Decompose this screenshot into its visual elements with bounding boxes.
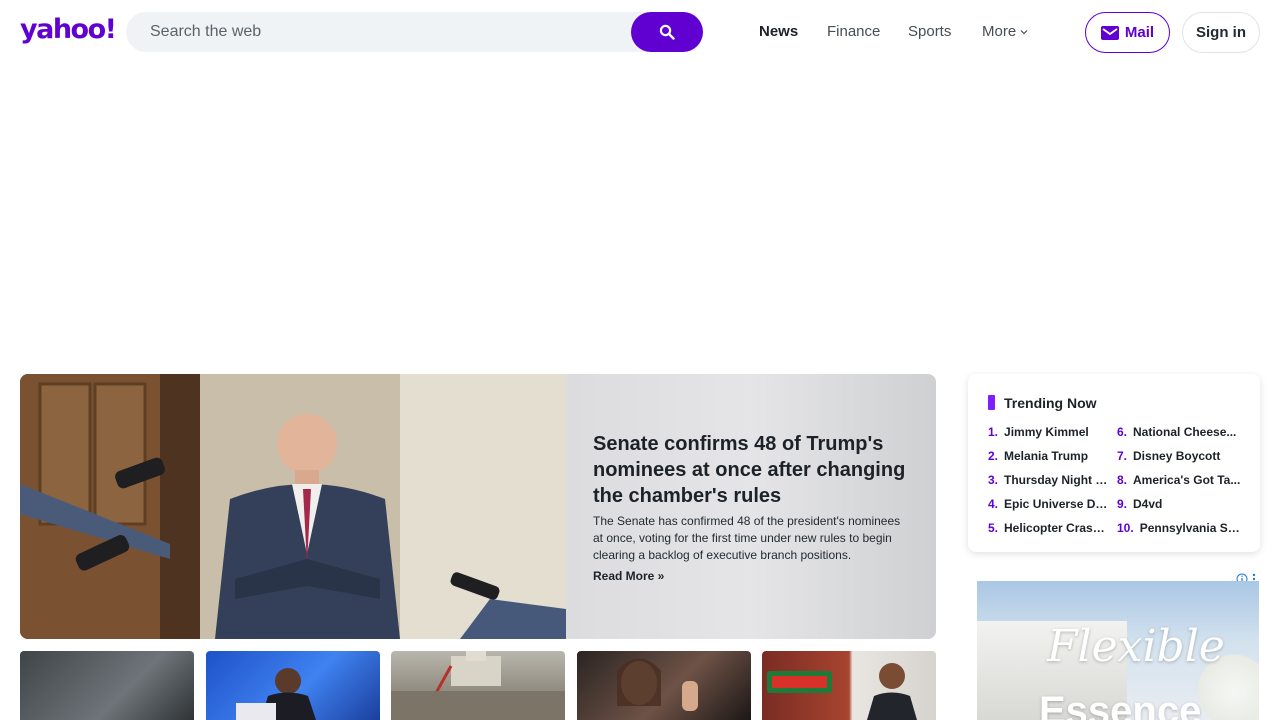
- ad-headline-script: Flexible: [1047, 621, 1225, 672]
- hero-story[interactable]: Senate confirms 48 of Trump's nominees a…: [20, 374, 936, 639]
- mail-icon: [1100, 25, 1119, 40]
- trending-item[interactable]: 1. Jimmy Kimmel: [988, 425, 1103, 439]
- trending-item[interactable]: 4. Epic Universe De...: [988, 497, 1110, 511]
- trending-item-label: Disney Boycott: [1133, 449, 1221, 463]
- hero-headline[interactable]: Senate confirms 48 of Trump's nominees a…: [593, 431, 923, 509]
- trending-now-panel: Trending Now 1. Jimmy Kimmel 2. Melania Tr…: [968, 374, 1260, 552]
- trending-item-label: Jimmy Kimmel: [1004, 425, 1089, 439]
- hero-text-panel: Senate confirms 48 of Trump's nominees a…: [566, 374, 936, 639]
- trending-item-number: 3.: [988, 473, 999, 487]
- trending-item[interactable]: 2. Melania Trump: [988, 449, 1103, 463]
- trending-item-number: 9.: [1117, 497, 1128, 511]
- trending-item-number: 10.: [1117, 521, 1134, 535]
- search-input[interactable]: [126, 12, 631, 52]
- trending-item[interactable]: 8. America's Got Ta...: [1117, 473, 1241, 487]
- story-thumbnail[interactable]: [391, 651, 565, 720]
- trending-item-number: 6.: [1117, 425, 1128, 439]
- trending-item-number: 5.: [988, 521, 999, 535]
- yahoo-logo[interactable]: yahoo!: [20, 14, 117, 45]
- mail-button[interactable]: Mail: [1085, 12, 1170, 53]
- hero-image[interactable]: [20, 374, 566, 639]
- trending-item-label: National Cheese...: [1133, 425, 1237, 439]
- trending-item-label: Pennsylvania Sh...: [1139, 521, 1243, 535]
- search-icon: [659, 24, 675, 40]
- trending-item-label: America's Got Ta...: [1133, 473, 1241, 487]
- sidebar-ad[interactable]: Flexible Essence: [977, 581, 1259, 720]
- sign-in-button[interactable]: Sign in: [1182, 12, 1260, 53]
- trending-item[interactable]: 9. D4vd: [1117, 497, 1241, 511]
- trending-item-number: 4.: [988, 497, 999, 511]
- trending-item-label: D4vd: [1133, 497, 1163, 511]
- trending-item[interactable]: 6. National Cheese...: [1117, 425, 1239, 439]
- trending-item-number: 1.: [988, 425, 999, 439]
- hero-read-more-link[interactable]: Read More »: [593, 569, 664, 583]
- story-thumbnail[interactable]: [206, 651, 380, 720]
- nav-more-label: More: [982, 23, 1017, 40]
- hero-summary: The Senate has confirmed 48 of the presi…: [593, 514, 901, 562]
- trending-item-number: 2.: [988, 449, 999, 463]
- nav-sports[interactable]: Sports: [908, 23, 951, 40]
- trending-item-number: 7.: [1117, 449, 1128, 463]
- trending-accent-bar: [988, 395, 995, 410]
- trending-item-label: Melania Trump: [1004, 449, 1089, 463]
- mail-label: Mail: [1124, 24, 1155, 41]
- thumbnail-photo-illustration: [391, 651, 565, 720]
- trending-item-label: Helicopter Crash ...: [1004, 521, 1110, 535]
- search-button[interactable]: [631, 12, 703, 52]
- trending-title: Trending Now: [1004, 395, 1097, 411]
- ad-headline-bold: Essence: [1039, 689, 1202, 720]
- thumbnail-photo-illustration: [767, 663, 917, 720]
- trending-item-label: Epic Universe De...: [1004, 497, 1110, 511]
- thumbnail-photo-illustration: [617, 658, 698, 711]
- chevron-down-icon: [1020, 29, 1028, 34]
- trending-item-label: Thursday Night F...: [1004, 473, 1110, 487]
- nav-news[interactable]: News: [759, 23, 798, 40]
- story-thumbnail[interactable]: [577, 651, 751, 720]
- trending-item[interactable]: 7. Disney Boycott: [1117, 449, 1239, 463]
- trending-item[interactable]: 10. Pennsylvania Sh...: [1117, 521, 1243, 535]
- story-thumbnail[interactable]: [762, 651, 936, 720]
- nav-finance[interactable]: Finance: [827, 23, 880, 40]
- search-bar: [126, 12, 703, 52]
- trending-item[interactable]: 5. Helicopter Crash ...: [988, 521, 1110, 535]
- trending-item[interactable]: 3. Thursday Night F...: [988, 473, 1110, 487]
- nav-more[interactable]: More: [982, 23, 1028, 40]
- thumbnail-photo-illustration: [236, 668, 316, 720]
- story-thumbnail[interactable]: [20, 651, 194, 720]
- top-header: yahoo! News Finance Sports More Mail Sig…: [0, 0, 1280, 64]
- hero-photo-illustration: [20, 374, 566, 639]
- trending-item-number: 8.: [1117, 473, 1128, 487]
